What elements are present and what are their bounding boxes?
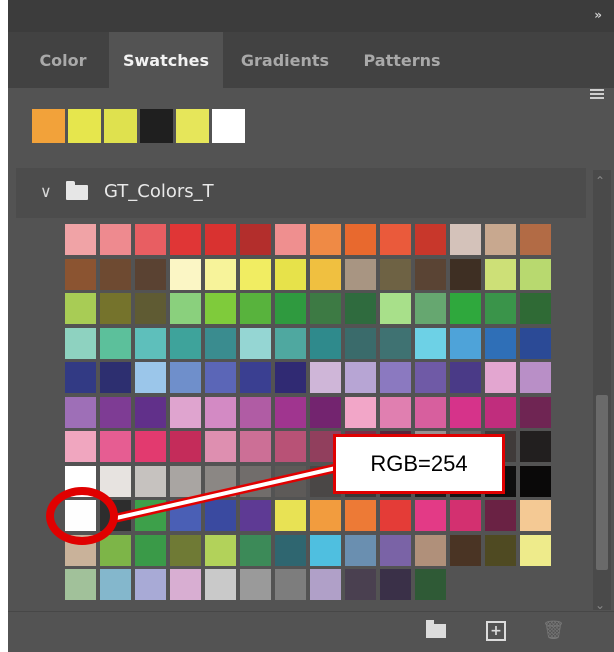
callout-box: RGB=254 <box>333 434 505 494</box>
callout-text: RGB=254 <box>370 451 468 476</box>
highlight-circle <box>46 487 118 545</box>
callout-leader-line <box>111 463 337 524</box>
